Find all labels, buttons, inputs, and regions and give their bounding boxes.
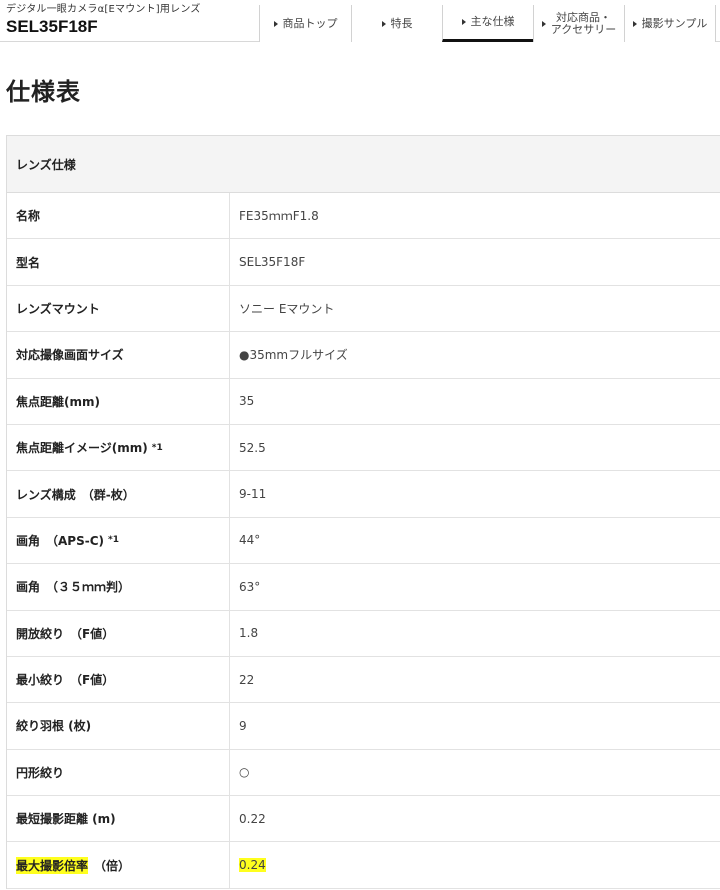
tab-compatible-accessories[interactable]: 対応商品・ アクセサリー xyxy=(533,5,624,42)
spec-label: レンズマウント xyxy=(7,285,230,332)
spec-row: 最大撮影倍率 （倍） 0.24 xyxy=(7,842,720,889)
spec-label-text: 焦点距離イメージ(mm) xyxy=(16,441,148,456)
caret-right-icon xyxy=(381,20,386,27)
spec-row: 円形絞り ○ xyxy=(7,749,720,797)
product-model[interactable]: SEL35F18F xyxy=(6,16,201,37)
spec-label: 型名 xyxy=(7,239,230,285)
spec-label-text: 画角 （APS-C) xyxy=(16,533,104,548)
spec-value: 1.8 xyxy=(239,626,259,641)
spec-value: 63° xyxy=(239,579,261,594)
spec-label-unit: （倍） xyxy=(88,858,131,873)
spec-value: 9 xyxy=(239,718,247,733)
spec-value: 22 xyxy=(239,672,255,687)
product-nav-tabs: 商品トップ 特長 主な仕様 対応商品・ アクセサリー 撮影サンプル xyxy=(259,5,716,42)
spec-value: ○ xyxy=(239,765,250,780)
spec-value: 0.22 xyxy=(239,811,266,826)
spec-label: 円形絞り xyxy=(7,749,230,796)
spec-row: レンズ構成 （群-枚） 9-11 xyxy=(7,471,720,518)
spec-value: 44° xyxy=(239,533,261,548)
tab-main-specs[interactable]: 主な仕様 xyxy=(442,5,533,42)
tab-features[interactable]: 特長 xyxy=(351,5,442,42)
caret-right-icon xyxy=(632,20,637,27)
spec-value: 35 xyxy=(239,394,255,409)
spec-value: FE35ｍｍF1.8 xyxy=(239,209,319,224)
spec-row: 焦点距離(mm) 35 xyxy=(7,378,720,425)
tab-label: 主な仕様 xyxy=(470,15,515,28)
spec-table: レンズ仕様 名称 FE35ｍｍF1.8 型名 SEL35F18F レンズマウント… xyxy=(6,135,720,889)
spec-label: 名称 xyxy=(7,193,230,239)
highlighted-value: 0.24 xyxy=(239,858,266,873)
spec-row: 開放絞り （F値） 1.8 xyxy=(7,610,720,657)
spec-label: 画角 （APS-C) *1 xyxy=(7,517,230,564)
spec-row: 最短撮影距離 (m) 0.22 xyxy=(7,796,720,843)
spec-label: 焦点距離イメージ(mm) *1 xyxy=(7,424,230,471)
spec-value: 52.5 xyxy=(239,440,266,455)
spec-value: 9-11 xyxy=(239,487,267,502)
tab-label: 撮影サンプル xyxy=(641,16,708,30)
highlighted-label: 最大撮影倍率 xyxy=(16,856,89,874)
footnote-marker[interactable]: *1 xyxy=(152,443,163,453)
spec-section-title: レンズ仕様 xyxy=(7,136,720,193)
tab-label: 商品トップ xyxy=(282,16,338,30)
caret-right-icon xyxy=(541,20,546,27)
page-title: 仕様表 xyxy=(6,78,81,106)
footnote-marker[interactable]: *1 xyxy=(108,535,119,545)
tab-label: 対応商品・ アクセサリー xyxy=(550,10,617,36)
spec-label: 最小絞り （F値） xyxy=(7,656,230,703)
tab-label: 特長 xyxy=(390,16,413,30)
product-header: デジタル一眼カメラα[Eマウント]用レンズ SEL35F18F 商品トップ 特長… xyxy=(0,0,720,42)
spec-label: 最短撮影距離 (m) xyxy=(7,796,230,842)
spec-value: ●35mmフルサイズ xyxy=(239,348,348,363)
spec-row: 最小絞り （F値） 22 xyxy=(7,656,720,704)
spec-value: SEL35F18F xyxy=(239,255,306,270)
spec-row: 型名 SEL35F18F xyxy=(7,239,720,286)
spec-row: レンズマウント ソニー Eマウント xyxy=(7,285,720,333)
spec-label: 開放絞り （F値） xyxy=(7,610,230,656)
spec-row: 焦点距離イメージ(mm) *1 52.5 xyxy=(7,424,720,472)
spec-row: 絞り羽根 (枚) 9 xyxy=(7,703,720,750)
caret-right-icon xyxy=(273,20,278,27)
spec-label: 最大撮影倍率 （倍） xyxy=(7,842,230,888)
tab-sample-photos[interactable]: 撮影サンプル xyxy=(624,5,716,42)
spec-label: 絞り羽根 (枚) xyxy=(7,703,230,749)
spec-label: 画角 （３５ｍｍ判） xyxy=(7,564,230,610)
spec-label: レンズ構成 （群-枚） xyxy=(7,471,230,517)
product-subtitle: デジタル一眼カメラα[Eマウント]用レンズ xyxy=(6,4,201,15)
product-brand: デジタル一眼カメラα[Eマウント]用レンズ SEL35F18F xyxy=(6,3,201,37)
spec-row: 画角 （APS-C) *1 44° xyxy=(7,517,720,565)
tab-product-top[interactable]: 商品トップ xyxy=(259,5,351,42)
spec-label: 対応撮像画面サイズ xyxy=(7,332,230,378)
spec-row: 名称 FE35ｍｍF1.8 xyxy=(7,193,720,240)
spec-value: 0.24 xyxy=(230,842,720,887)
caret-right-icon xyxy=(461,19,466,25)
spec-row: 画角 （３５ｍｍ判） 63° xyxy=(7,564,720,611)
spec-value: ソニー Eマウント xyxy=(239,301,335,316)
spec-label: 焦点距離(mm) xyxy=(7,378,230,424)
spec-row: 対応撮像画面サイズ ●35mmフルサイズ xyxy=(7,332,720,379)
